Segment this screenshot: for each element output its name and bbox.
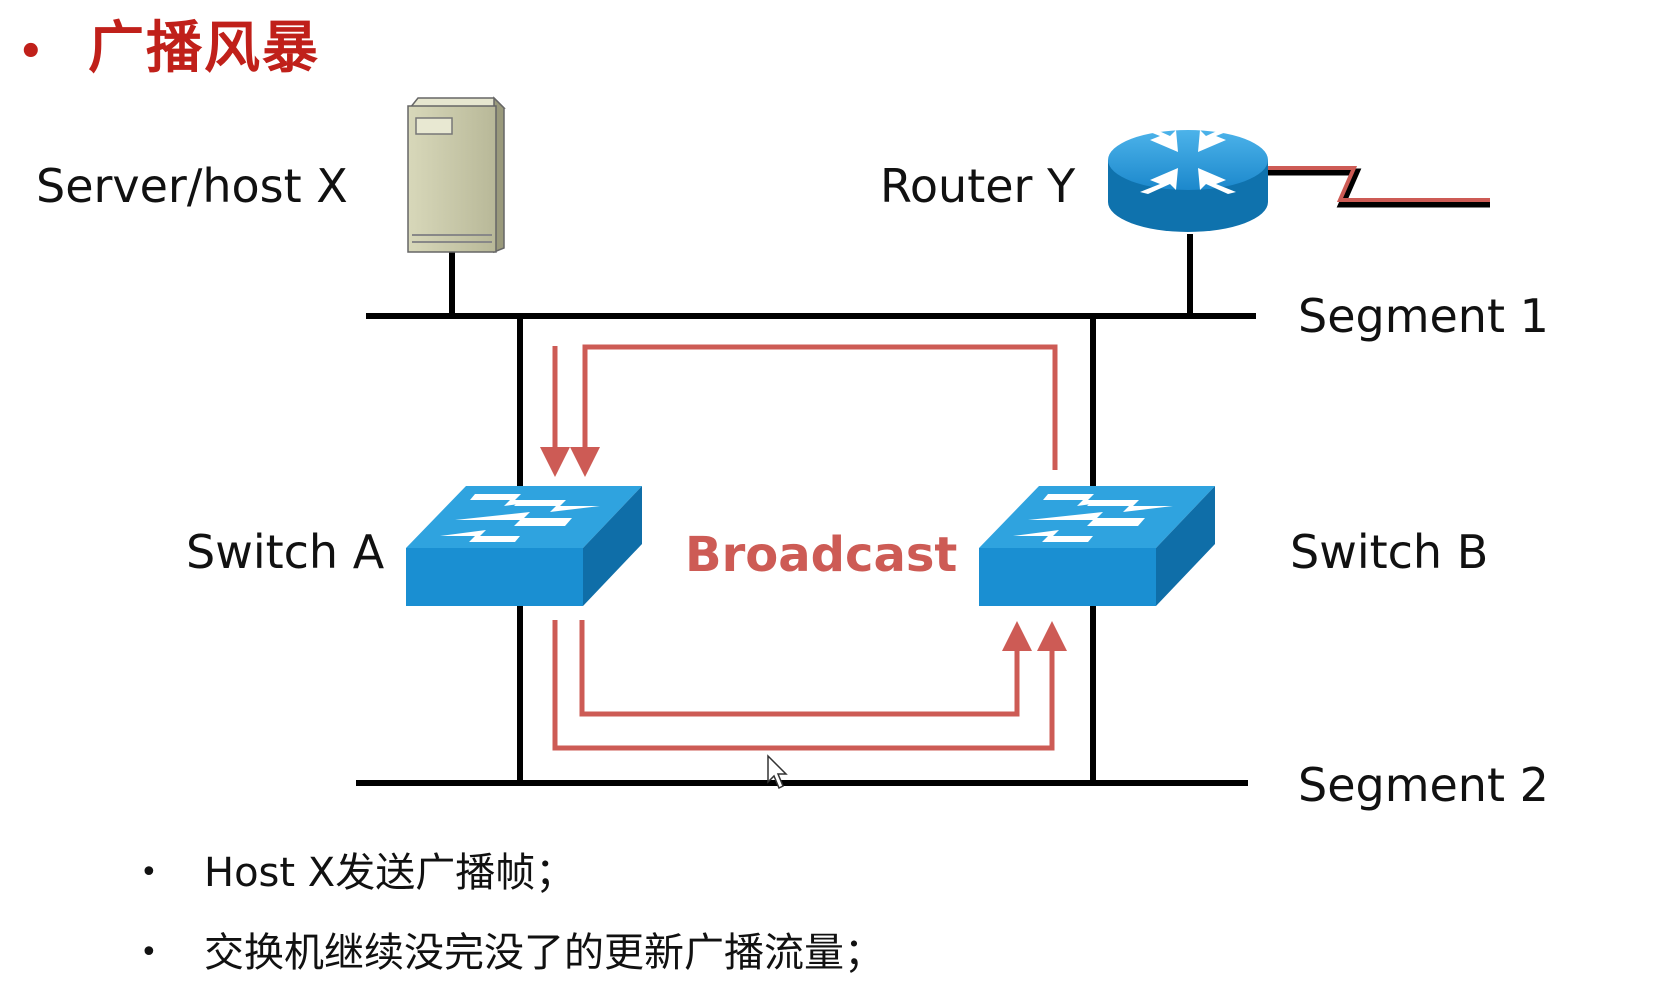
segment-2-label: Segment 2 — [1298, 758, 1549, 812]
server-icon — [407, 96, 506, 254]
broadcast-label: Broadcast — [685, 527, 958, 583]
switch-b-icon — [979, 486, 1215, 606]
flow-arrow-loop-outer — [552, 620, 1067, 751]
bullet-dot: • — [140, 935, 158, 970]
bullet-text: 交换机继续没完没了的更新广播流量； — [204, 930, 884, 976]
bullet-text: Host X发送广播帧； — [204, 850, 576, 896]
segment-1-label: Segment 1 — [1298, 289, 1549, 343]
slide: • 广播风暴 Server/host X Router Y Segment 1 … — [0, 0, 1657, 1000]
flow-arrow-loop-inner — [579, 620, 1032, 717]
router-label: Router Y — [880, 159, 1076, 213]
switch-a-label: Switch A — [186, 525, 385, 579]
wan-serial-link — [1268, 166, 1490, 208]
switch-b-label: Switch B — [1290, 525, 1489, 579]
flow-arrow-loop-top — [570, 344, 1058, 477]
switch-a-icon — [406, 486, 642, 606]
router-icon — [1108, 126, 1268, 232]
bullet-dot: • — [140, 855, 158, 890]
server-label: Server/host X — [36, 159, 348, 213]
